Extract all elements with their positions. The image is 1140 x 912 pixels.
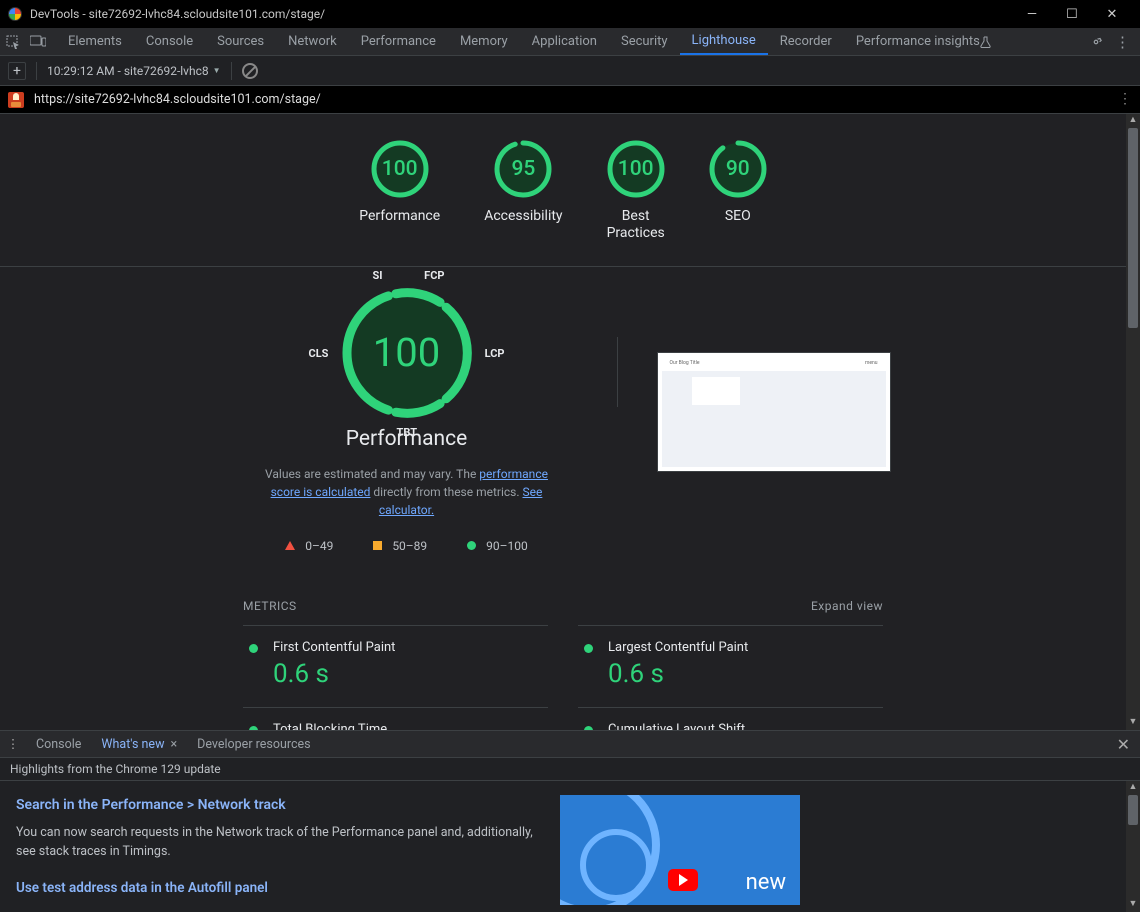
performance-big-gauge: 100 SI FCP LCP TBT CLS	[341, 287, 473, 419]
segment-label-cls: CLS	[309, 347, 329, 360]
gauge-performance[interactable]: 100Performance	[359, 140, 440, 242]
new-report-button[interactable]: +	[8, 62, 26, 80]
divider	[617, 337, 618, 407]
segment-label-lcp: LCP	[485, 347, 505, 360]
gauge-accessibility[interactable]: 95Accessibility	[484, 140, 562, 242]
tab-memory[interactable]: Memory	[448, 28, 520, 55]
play-icon	[668, 869, 698, 891]
drawer-tab-console[interactable]: Console	[26, 731, 91, 757]
triangle-icon	[285, 541, 295, 550]
whatsnew-highlights: Highlights from the Chrome 129 update	[0, 758, 1140, 781]
segment-label-si: SI	[373, 269, 383, 282]
report-menu-icon[interactable]: ⋮	[1118, 97, 1132, 103]
drawer: ⋮ ConsoleWhat's new×Developer resources …	[0, 730, 1140, 912]
whatsnew-paragraph-1: You can now search requests in the Netwo…	[16, 824, 544, 862]
report-timestamp: 10:29:12 AM - site72692-lvhc8	[47, 64, 209, 78]
drawer-scrollbar[interactable]: ▲ ▼	[1126, 781, 1140, 912]
whatsnew-heading-1[interactable]: Search in the Performance > Network trac…	[16, 795, 544, 816]
metric-first-contentful-paint: First Contentful Paint0.6 s	[243, 625, 548, 707]
tab-console[interactable]: Console	[134, 28, 205, 55]
report-url: https://site72692-lvhc84.scloudsite101.c…	[34, 92, 321, 107]
status-dot-icon	[249, 644, 258, 653]
gauge-best-practices[interactable]: 100BestPractices	[607, 140, 665, 242]
whatsnew-heading-2[interactable]: Use test address data in the Autofill pa…	[16, 878, 544, 898]
page-screenshot-thumb[interactable]: Our Blog Titlemenu	[658, 353, 890, 471]
metric-total-blocking-time: Total Blocking Time	[243, 707, 548, 730]
score-legend: 0–49 50–89 90–100	[285, 539, 528, 553]
clear-button[interactable]	[242, 63, 258, 79]
window-titlebar: DevTools - site72692-lvhc84.scloudsite10…	[0, 0, 1140, 28]
metrics-section: Metrics Expand view First Contentful Pai…	[243, 599, 883, 730]
performance-section: 100 SI FCP LCP TBT CLS Performance Value…	[0, 266, 1126, 563]
tab-security[interactable]: Security	[609, 28, 680, 55]
inspect-icon[interactable]	[6, 35, 20, 49]
expand-view-link[interactable]: Expand view	[811, 599, 883, 613]
metric-cumulative-layout-shift: Cumulative Layout Shift	[578, 707, 883, 730]
window-title: DevTools - site72692-lvhc84.scloudsite10…	[30, 7, 325, 21]
status-dot-icon	[584, 726, 593, 730]
tab-application[interactable]: Application	[520, 28, 609, 55]
drawer-tab-developer-resources[interactable]: Developer resources	[187, 731, 320, 757]
segment-label-fcp: FCP	[424, 269, 444, 282]
drawer-close-button[interactable]: ✕	[1107, 735, 1140, 754]
whatsnew-content: Search in the Performance > Network trac…	[0, 781, 560, 912]
chrome-icon	[8, 7, 22, 21]
report-selector[interactable]: 10:29:12 AM - site72692-lvhc8 ▼	[47, 64, 221, 78]
performance-description: Values are estimated and may vary. The p…	[257, 465, 557, 519]
close-button[interactable]: ✕	[1092, 7, 1132, 22]
minimize-button[interactable]: —	[1012, 7, 1052, 22]
drawer-tab-what-s-new[interactable]: What's new×	[91, 731, 187, 757]
report-urlbar: https://site72692-lvhc84.scloudsite101.c…	[0, 86, 1140, 114]
drawer-menu-icon[interactable]: ⋮	[6, 736, 20, 752]
lighthouse-toolbar: + 10:29:12 AM - site72692-lvhc8 ▼	[0, 56, 1140, 86]
metric-largest-contentful-paint: Largest Contentful Paint0.6 s	[578, 625, 883, 707]
device-icon[interactable]	[30, 35, 46, 49]
tab-lighthouse[interactable]: Lighthouse	[680, 28, 768, 55]
tab-performance-insights[interactable]: Performance insights	[844, 28, 1003, 55]
metrics-header: Metrics	[243, 599, 297, 613]
close-tab-icon[interactable]: ×	[170, 737, 177, 752]
tab-performance[interactable]: Performance	[349, 28, 448, 55]
more-icon[interactable]: ⋮	[1115, 33, 1130, 51]
status-dot-icon	[584, 644, 593, 653]
circle-icon	[467, 541, 476, 550]
whatsnew-video-thumb[interactable]: new	[560, 795, 800, 905]
lighthouse-icon	[8, 92, 24, 108]
performance-big-score: 100	[341, 287, 473, 419]
tab-elements[interactable]: Elements	[56, 28, 134, 55]
lighthouse-panel: 100Performance 95Accessibility 100BestPrac…	[0, 114, 1140, 730]
tab-sources[interactable]: Sources	[205, 28, 276, 55]
flask-icon	[980, 36, 991, 48]
tab-recorder[interactable]: Recorder	[768, 28, 844, 55]
square-icon	[373, 541, 382, 550]
chevron-down-icon: ▼	[213, 66, 221, 75]
maximize-button[interactable]: ☐	[1052, 7, 1092, 22]
gauge-seo[interactable]: 90SEO	[709, 140, 767, 242]
settings-gear-icon[interactable]	[1089, 35, 1103, 49]
score-gauges: 100Performance 95Accessibility 100BestPrac…	[0, 114, 1126, 266]
devtools-tabs: ElementsConsoleSourcesNetworkPerformance…	[0, 28, 1140, 56]
segment-label-tbt: TBT	[397, 426, 418, 439]
panel-scrollbar[interactable]: ▲ ▼	[1126, 114, 1140, 730]
drawer-tabs: ⋮ ConsoleWhat's new×Developer resources …	[0, 731, 1140, 758]
status-dot-icon	[249, 726, 258, 730]
tab-network[interactable]: Network	[276, 28, 349, 55]
